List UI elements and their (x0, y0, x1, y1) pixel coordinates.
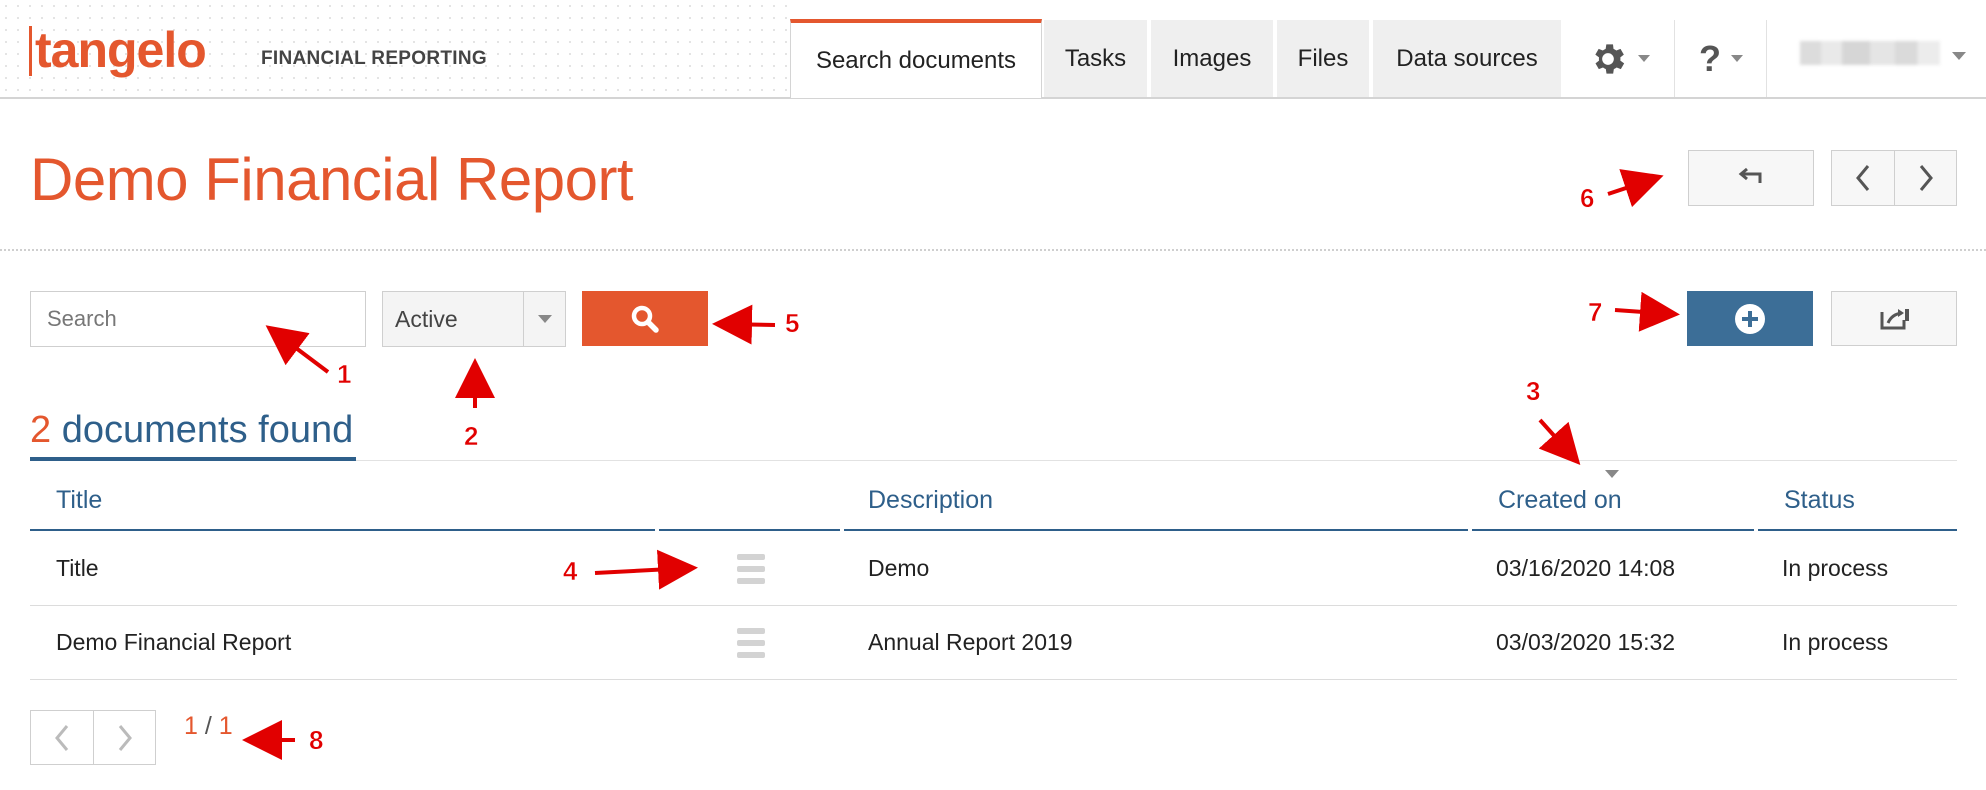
annotation-arrows (242, 169, 1680, 760)
annotation-number: 5 (785, 308, 800, 339)
annotation-arrow-4 (594, 549, 698, 590)
annotation-number: 2 (464, 421, 479, 452)
annotation-number: 4 (563, 556, 578, 587)
annotation-arrow-1 (265, 325, 330, 374)
annotation-number: 7 (1588, 297, 1603, 328)
annotation-arrow-7 (1614, 291, 1680, 332)
annotation-number: 1 (337, 359, 352, 390)
annotation-arrow-6 (1607, 169, 1664, 208)
annotation-number: 6 (1580, 183, 1595, 214)
annotation-number: 3 (1526, 376, 1541, 407)
annotation-arrow-5 (712, 304, 776, 345)
annotation-number: 8 (309, 725, 324, 756)
annotation-arrow-3 (1538, 418, 1581, 465)
